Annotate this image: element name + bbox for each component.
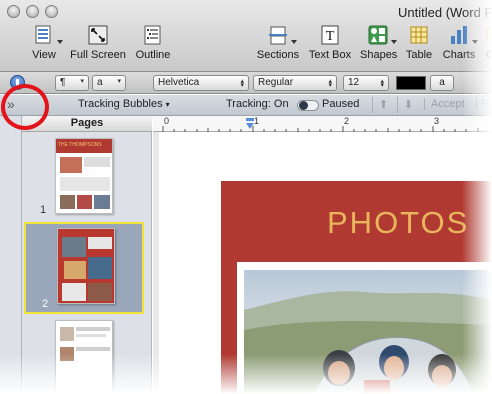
sidebar-collapse-strip	[0, 116, 22, 394]
family-photo-image	[244, 291, 492, 394]
character-style-select[interactable]: a ▾	[92, 75, 126, 91]
toolbar-sections-button[interactable]: Sections	[256, 24, 300, 64]
window-title: Untitled (Word F	[398, 5, 492, 20]
svg-text:T: T	[326, 29, 335, 44]
tracking-bubbles-menu[interactable]: Tracking Bubbles ▾	[78, 98, 170, 110]
full-screen-icon	[86, 24, 110, 46]
indent-marker-icon	[246, 118, 254, 129]
toolbar-shapes-button[interactable]: Shapes	[360, 24, 397, 64]
chevron-down-icon: ▾	[165, 100, 170, 109]
toolbar-comment-button[interactable]: C	[484, 24, 492, 64]
horizontal-ruler[interactable]: 0 1 2 3	[153, 116, 492, 132]
tracking-toggle-switch[interactable]	[297, 100, 319, 111]
reject-change-button[interactable]: Re	[476, 98, 492, 110]
text-box-icon: T	[318, 24, 342, 46]
next-change-button[interactable]: ⬇	[397, 97, 419, 113]
formatting-bar: ¶ ▾ a ▾ Helvetica ▴ ▾ Regular ▴ ▾ 12 ▴ ▾ a	[0, 72, 492, 94]
previous-change-button[interactable]: ⬆	[372, 97, 394, 113]
ruler-ticks	[162, 126, 479, 132]
tracking-paused-label: Paused	[322, 98, 360, 110]
page-thumbnail[interactable]	[55, 320, 113, 394]
pages-sidebar: Pages THE THOMPSONS 1 2	[22, 116, 152, 394]
family-photo[interactable]	[244, 270, 492, 394]
minimize-window-button[interactable]	[26, 5, 39, 18]
font-size-select[interactable]: 12 ▴ ▾	[343, 75, 389, 91]
page-number: 2	[42, 298, 49, 310]
view-icon	[32, 24, 63, 46]
chevron-updown-icon: ▴ ▾	[328, 78, 332, 89]
page-number: 1	[40, 204, 47, 216]
outline-icon	[141, 24, 165, 46]
page-thumbnail-item[interactable]: THE THOMPSONS 1	[22, 136, 152, 218]
accept-change-button[interactable]: Accept	[424, 98, 465, 110]
table-icon	[407, 24, 431, 46]
tracking-bar: » Tracking Bubbles ▾ Tracking: On Paused…	[0, 95, 492, 116]
page-thumbnail[interactable]	[57, 228, 115, 304]
toolbar-text-box-button[interactable]: T Text Box	[307, 24, 353, 64]
text-color-swatch[interactable]	[396, 76, 426, 90]
highlight-button[interactable]: a	[430, 75, 454, 91]
chevron-down-icon: ▾	[80, 78, 84, 85]
toolbar-view-button[interactable]: View	[28, 24, 63, 64]
page-thumbnail-item[interactable]	[22, 318, 152, 394]
sections-icon	[266, 24, 297, 46]
photos-heading[interactable]: PHOTOS	[327, 205, 469, 241]
toolbar-outline-button[interactable]: Outline	[133, 24, 173, 64]
font-style-select[interactable]: Regular ▴ ▾	[253, 75, 337, 91]
page-thumbnail[interactable]: THE THOMPSONS	[55, 138, 113, 214]
paragraph-style-select[interactable]: ¶ ▾	[55, 75, 89, 91]
close-window-button[interactable]	[7, 5, 20, 18]
ruler-label: 0	[164, 116, 170, 126]
arrow-up-icon: ⬆	[378, 99, 389, 111]
chevron-updown-icon: ▴ ▾	[240, 78, 244, 89]
toolbar-charts-button[interactable]: Charts	[441, 24, 478, 64]
toggle-knob	[299, 101, 308, 110]
toolbar-table-button[interactable]: Table	[404, 24, 434, 64]
chevron-updown-icon: ▴ ▾	[380, 78, 384, 89]
callout-circle	[1, 84, 49, 130]
shapes-icon	[366, 24, 397, 46]
indent-marker[interactable]	[245, 118, 255, 130]
comment-icon	[484, 24, 492, 46]
font-family-select[interactable]: Helvetica ▴ ▾	[153, 75, 249, 91]
ruler-label: 3	[434, 116, 440, 126]
tracking-status-label: Tracking: On	[226, 98, 289, 110]
ruler-label: 2	[344, 116, 350, 126]
zoom-window-button[interactable]	[45, 5, 58, 18]
page-thumbnail-item-selected[interactable]: 2	[24, 222, 144, 314]
word-window: Untitled (Word F View Full Screen Outlin…	[0, 0, 492, 394]
charts-icon	[447, 24, 478, 46]
toolbar-full-screen-button[interactable]: Full Screen	[70, 24, 126, 64]
toolbar: Untitled (Word F View Full Screen Outlin…	[0, 0, 492, 72]
arrow-down-icon: ⬇	[403, 99, 414, 111]
chevron-down-icon: ▾	[117, 78, 121, 85]
